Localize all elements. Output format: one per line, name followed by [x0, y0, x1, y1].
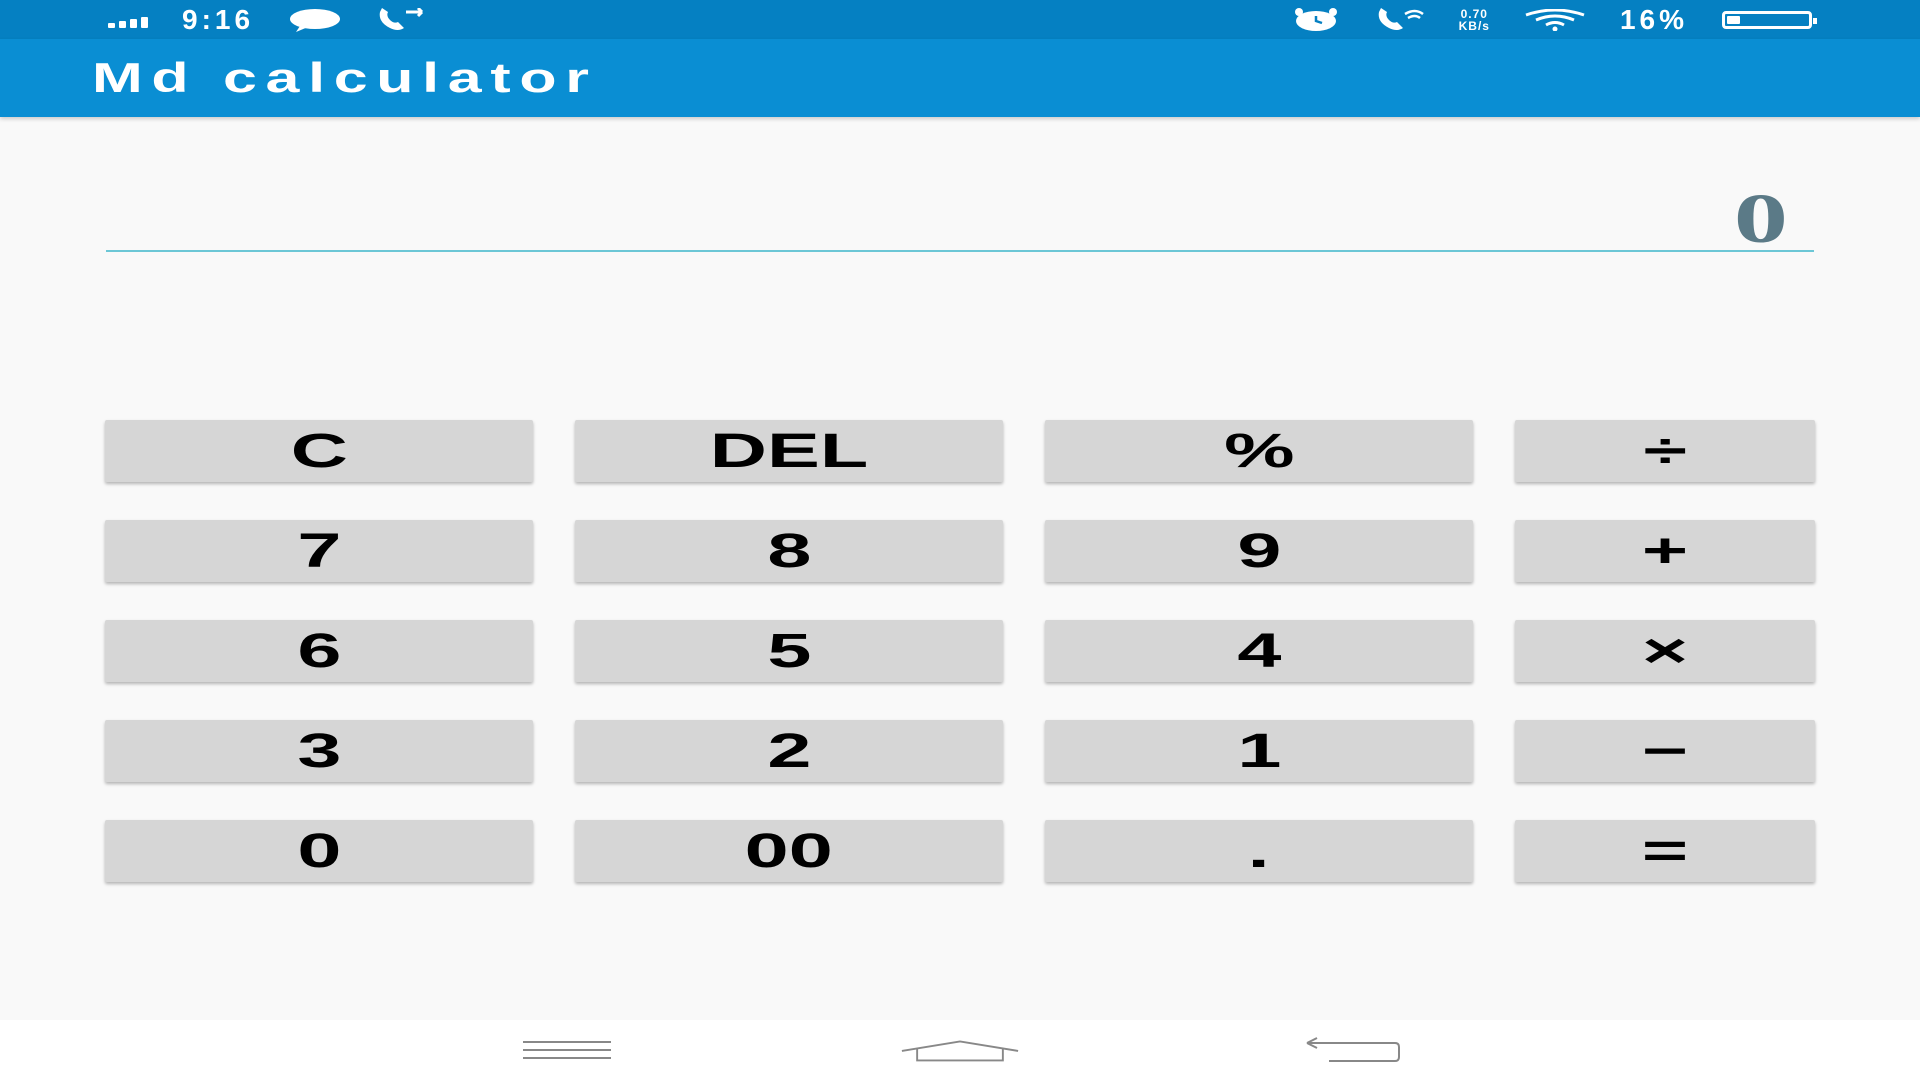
app-title: Md calculator — [92, 54, 598, 101]
key-label: 5 — [766, 624, 812, 678]
digit-7-button[interactable]: 7 — [105, 520, 533, 582]
key-label: 9 — [1236, 524, 1282, 578]
back-button[interactable] — [1293, 1030, 1413, 1070]
home-button[interactable] — [900, 1030, 1020, 1070]
call-icon — [379, 7, 424, 30]
percent-button[interactable]: % — [1045, 420, 1473, 482]
keypad: C DEL% ÷ 7 8 9 +6 5 4 × 3 2 1−0 00. = — [105, 420, 1815, 882]
decimal-point-button[interactable]: . — [1045, 820, 1473, 882]
menu-button[interactable] — [507, 1030, 627, 1070]
plus-button[interactable]: + — [1515, 520, 1815, 582]
signal-icon — [108, 12, 148, 28]
status-bar-right: 0.70 KB/s 16% — [1291, 3, 1817, 36]
clear-button[interactable]: C — [105, 420, 533, 482]
status-time: 9:16 — [182, 3, 255, 35]
key-label: × — [1641, 624, 1689, 678]
digit-1-button[interactable]: 1 — [1045, 720, 1473, 782]
key-label: . — [1247, 824, 1271, 878]
key-label: 6 — [296, 624, 342, 678]
display-value: 0 — [1733, 181, 1788, 258]
key-label: DEL — [709, 424, 869, 478]
network-speed: 0.70 KB/s — [1459, 8, 1490, 32]
key-label: − — [1641, 724, 1689, 778]
message-icon — [290, 8, 341, 32]
digit-4-button[interactable]: 4 — [1045, 620, 1473, 682]
digit-8-button[interactable]: 8 — [575, 520, 1003, 582]
key-label: C — [290, 424, 348, 478]
network-speed-value: 0.70 — [1460, 6, 1488, 21]
digit-5-button[interactable]: 5 — [575, 620, 1003, 682]
wifi-calling-icon — [1378, 7, 1424, 30]
network-speed-unit: KB/s — [1458, 18, 1490, 33]
key-label: 3 — [296, 724, 342, 778]
home-icon — [901, 1040, 1019, 1062]
key-label: 2 — [766, 724, 812, 778]
back-icon — [1306, 1037, 1401, 1062]
digit-6-button[interactable]: 6 — [105, 620, 533, 682]
divide-button[interactable]: ÷ — [1515, 420, 1815, 482]
minus-button[interactable]: − — [1515, 720, 1815, 782]
digit-3-button[interactable]: 3 — [105, 720, 533, 782]
multiply-button[interactable]: × — [1515, 620, 1815, 682]
status-bar-left: 9:16 — [108, 4, 430, 36]
digit-9-button[interactable]: 9 — [1045, 520, 1473, 582]
key-label: 0 — [296, 824, 342, 878]
wifi-icon — [1525, 8, 1585, 31]
key-label: 00 — [744, 824, 834, 878]
key-label: 4 — [1236, 624, 1282, 678]
digit-2-button[interactable]: 2 — [575, 720, 1003, 782]
key-label: + — [1641, 524, 1689, 578]
alarm-icon — [1294, 7, 1337, 31]
key-label: 7 — [296, 524, 342, 578]
status-bar: 9:16 0.70 KB/s 16% — [0, 0, 1920, 39]
menu-icon — [522, 1041, 611, 1059]
battery-icon — [1722, 10, 1817, 29]
calculator-display: 0 — [106, 160, 1814, 258]
battery-tip — [1813, 17, 1817, 24]
battery-percent: 16% — [1619, 3, 1688, 35]
digit-0-button[interactable]: 0 — [105, 820, 533, 882]
key-label: 8 — [766, 524, 812, 578]
navigation-bar — [0, 1020, 1920, 1080]
delete-button[interactable]: DEL — [575, 420, 1003, 482]
app-bar: Md calculator — [0, 39, 1920, 117]
key-label: 1 — [1236, 724, 1282, 778]
equals-button[interactable]: = — [1515, 820, 1815, 882]
key-label: ÷ — [1643, 424, 1687, 478]
double-zero-button[interactable]: 00 — [575, 820, 1003, 882]
battery-level-fill — [1727, 15, 1740, 24]
key-label: % — [1223, 424, 1295, 478]
key-label: = — [1641, 824, 1689, 878]
